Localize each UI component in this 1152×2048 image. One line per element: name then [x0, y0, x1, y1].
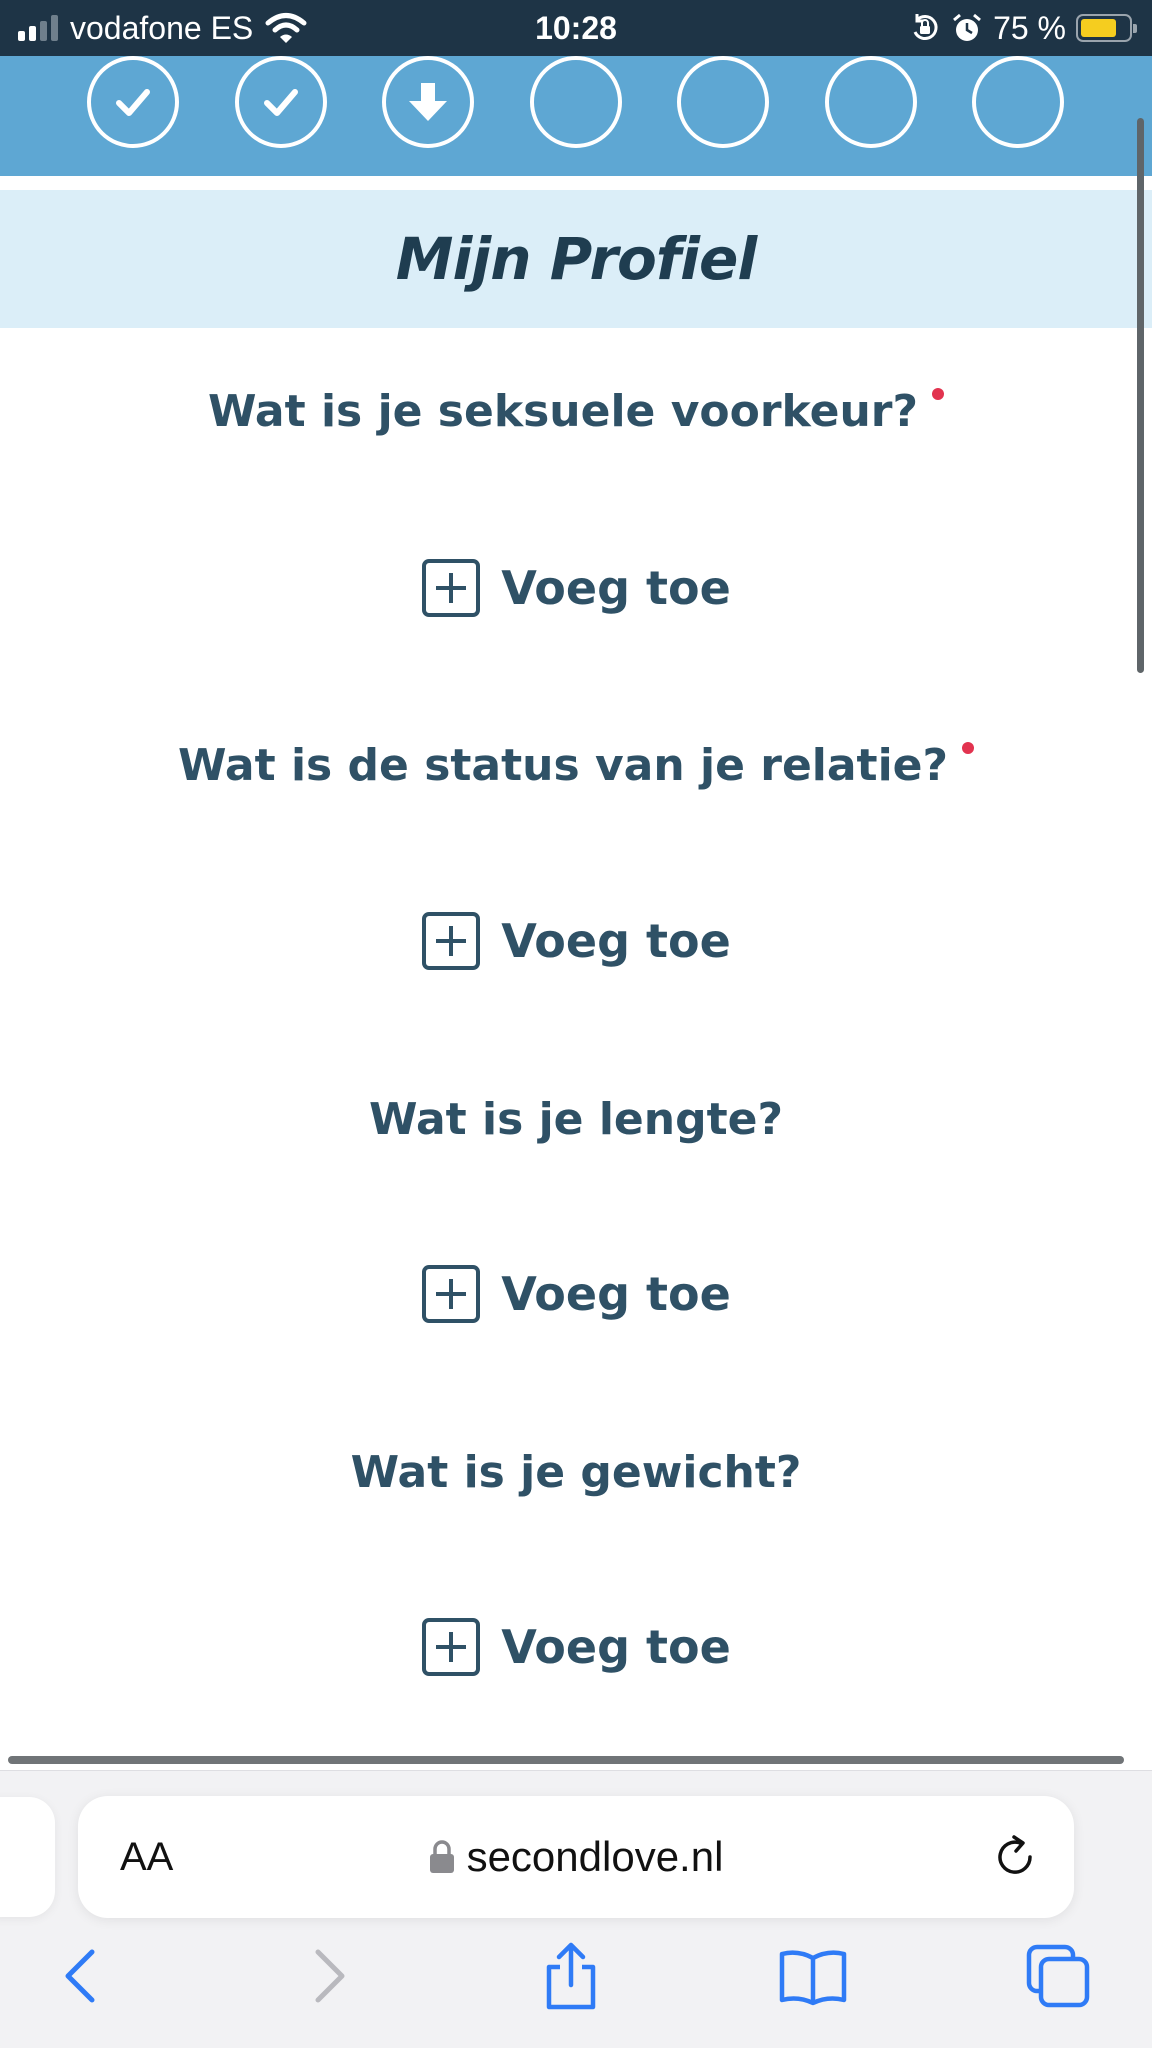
- add-height-button[interactable]: Voeg toe: [0, 1264, 1152, 1324]
- back-button[interactable]: [45, 1941, 115, 2011]
- section-header: Mijn Profiel: [0, 190, 1152, 328]
- add-weight-button[interactable]: Voeg toe: [0, 1617, 1152, 1677]
- question-height: Wat is je lengte?: [0, 1094, 1152, 1145]
- forward-button[interactable]: [295, 1941, 365, 2011]
- step-1-completed: [87, 56, 179, 148]
- forward-icon: [315, 1949, 345, 2003]
- required-indicator: [932, 388, 945, 400]
- question-relationship-status: Wat is de status van je relatie?: [0, 740, 1152, 791]
- address-bar[interactable]: AA secondlove.nl: [78, 1796, 1074, 1918]
- tabs-button[interactable]: [1023, 1941, 1093, 2011]
- step-5-pending: [677, 56, 769, 148]
- check-icon: [264, 89, 298, 116]
- step-2-completed: [235, 56, 327, 148]
- status-bar: vodafone ES 10:28 75 %: [0, 0, 1152, 56]
- vertical-scrollbar[interactable]: [1137, 118, 1144, 673]
- reload-icon[interactable]: [992, 1834, 1038, 1880]
- lock-icon: [429, 1840, 454, 1873]
- alarm-icon: [953, 13, 982, 41]
- browser-chrome: AA secondlove.nl: [0, 1770, 1152, 2048]
- back-icon: [65, 1949, 95, 2003]
- share-icon: [546, 1942, 596, 2010]
- wifi-icon: [265, 13, 307, 43]
- step-4-pending: [530, 56, 622, 148]
- tabs-icon: [1026, 1944, 1090, 2008]
- add-button-label: Voeg toe: [501, 1267, 731, 1321]
- horizontal-scrollbar[interactable]: [8, 1756, 1124, 1764]
- required-indicator: [962, 742, 975, 754]
- url-field[interactable]: secondlove.nl: [78, 1796, 1074, 1918]
- question-sexual-preference: Wat is je seksuele voorkeur?: [0, 386, 1152, 437]
- plus-square-icon: [422, 1618, 481, 1676]
- plus-square-icon: [422, 559, 481, 617]
- page-title: Mijn Profiel: [395, 225, 757, 293]
- question-label: Wat is de status van je relatie?: [177, 740, 949, 791]
- bookmarks-icon: [779, 1950, 847, 2006]
- battery-level-fill: [1081, 19, 1116, 37]
- plus-square-icon: [422, 912, 481, 970]
- battery-percent: 75 %: [993, 9, 1066, 46]
- previous-tab-preview[interactable]: [0, 1797, 55, 1917]
- orientation-lock-icon: [913, 14, 938, 40]
- battery-icon: [1076, 14, 1137, 42]
- bookmarks-button[interactable]: [778, 1941, 848, 2011]
- plus-square-icon: [422, 1265, 481, 1323]
- progress-steps: [0, 56, 1152, 176]
- question-label: Wat is je seksuele voorkeur?: [207, 386, 919, 437]
- carrier-name: vodafone ES: [70, 9, 254, 46]
- step-6-pending: [825, 56, 917, 148]
- status-bar-left: vodafone ES: [18, 0, 307, 56]
- status-bar-right: 75 %: [909, 0, 1137, 56]
- question-weight: Wat is je gewicht?: [0, 1447, 1152, 1498]
- add-relationship-status-button[interactable]: Voeg toe: [0, 911, 1152, 971]
- share-button[interactable]: [536, 1941, 606, 2011]
- question-label: Wat is je gewicht?: [350, 1447, 802, 1498]
- step-7-pending: [972, 56, 1064, 148]
- add-button-label: Voeg toe: [501, 1620, 731, 1674]
- add-button-label: Voeg toe: [501, 914, 731, 968]
- step-3-current: [382, 56, 474, 148]
- question-label: Wat is je lengte?: [369, 1094, 783, 1145]
- arrow-down-icon: [409, 83, 447, 121]
- add-sexual-preference-button[interactable]: Voeg toe: [0, 558, 1152, 618]
- signal-icon: [18, 15, 58, 41]
- add-button-label: Voeg toe: [501, 561, 731, 615]
- check-icon: [116, 89, 150, 116]
- url-text: secondlove.nl: [466, 1833, 724, 1880]
